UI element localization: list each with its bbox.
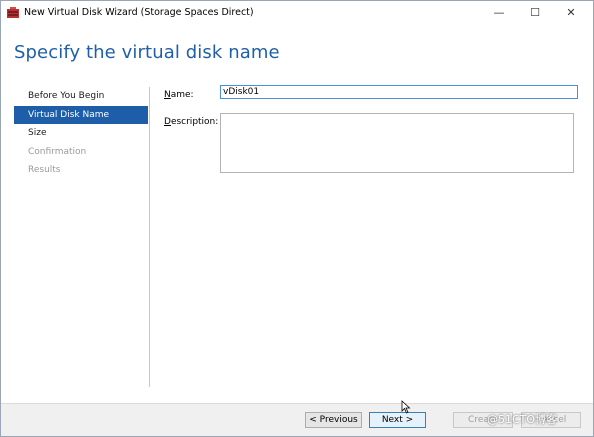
wizard-window: New Virtual Disk Wizard (Storage Spaces …	[0, 0, 594, 437]
storage-app-icon	[7, 7, 19, 18]
name-label: Name:	[164, 90, 194, 100]
nav-item-virtual-disk-name[interactable]: Virtual Disk Name	[14, 105, 148, 124]
wizard-nav: Before You Begin Virtual Disk Name Size …	[14, 87, 148, 180]
page-title: Specify the virtual disk name	[14, 42, 280, 63]
description-label-accesskey: D	[164, 117, 171, 127]
name-label-accesskey: N	[164, 90, 171, 100]
maximize-icon: ☐	[530, 6, 540, 19]
window-title: New Virtual Disk Wizard (Storage Spaces …	[24, 7, 254, 18]
nav-item-confirmation: Confirmation	[28, 146, 87, 157]
mouse-pointer-icon	[401, 400, 411, 414]
description-label: Description:	[164, 117, 218, 127]
next-button[interactable]: Next >	[369, 412, 426, 428]
nav-item-results: Results	[28, 165, 61, 175]
description-input[interactable]	[220, 113, 574, 173]
nav-item-size[interactable]: Size	[14, 124, 148, 143]
name-input[interactable]	[220, 85, 578, 99]
close-button[interactable]: ✕	[553, 1, 589, 25]
maximize-button[interactable]: ☐	[517, 1, 553, 25]
title-bar[interactable]: New Virtual Disk Wizard (Storage Spaces …	[1, 1, 593, 25]
watermark: @51CTO博客	[487, 413, 558, 426]
description-label-text: escription:	[170, 117, 219, 127]
minimize-button[interactable]: —	[481, 1, 517, 25]
previous-button[interactable]: < Previous	[305, 412, 362, 428]
close-icon: ✕	[566, 6, 576, 19]
name-label-text: ame:	[170, 90, 194, 100]
minimize-icon: —	[493, 6, 505, 19]
nav-divider	[149, 87, 150, 387]
nav-item-before-you-begin[interactable]: Before You Begin	[14, 87, 148, 106]
